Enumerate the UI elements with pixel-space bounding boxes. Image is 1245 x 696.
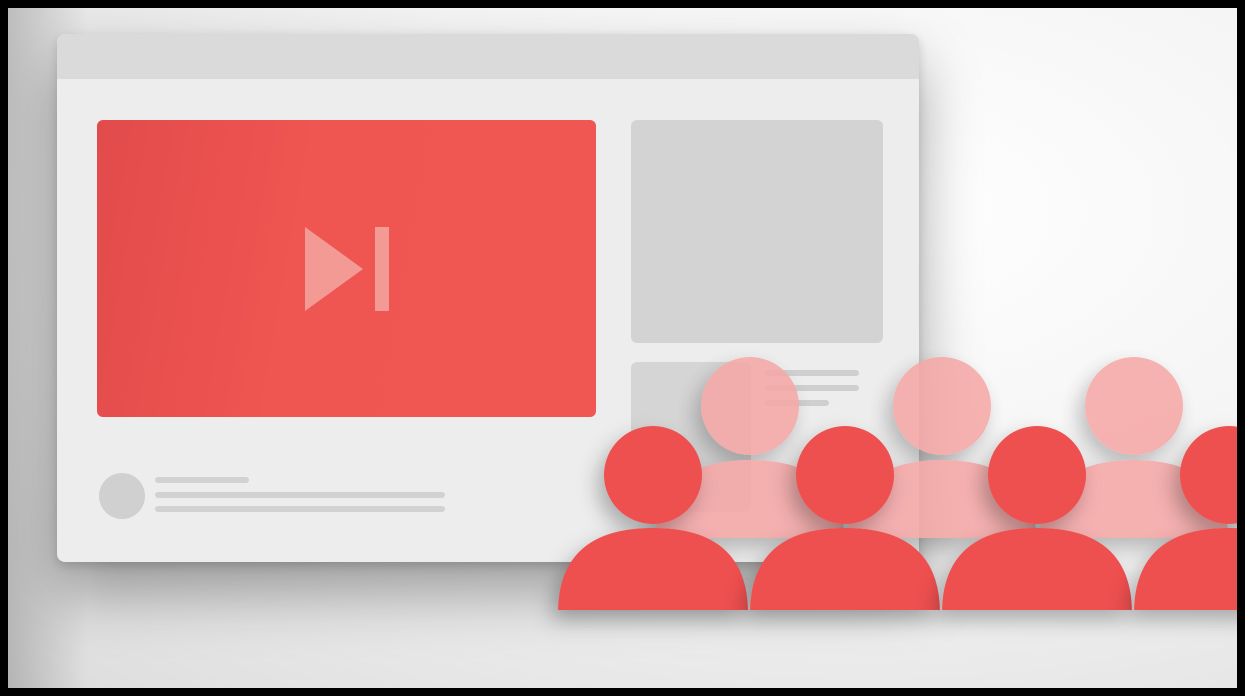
channel-name-line <box>155 477 249 483</box>
person-body <box>942 528 1132 614</box>
channel-avatar[interactable] <box>99 473 145 519</box>
skip-forward-icon[interactable] <box>305 227 395 311</box>
person-head <box>988 426 1086 524</box>
window-titlebar <box>57 34 919 79</box>
video-title-line <box>155 506 445 512</box>
person-icon <box>1039 357 1229 546</box>
person-body <box>1039 460 1229 546</box>
recommended-title-line <box>765 370 859 376</box>
illustration-frame <box>8 8 1237 688</box>
person-icon <box>1134 426 1237 614</box>
video-title-line <box>155 492 445 498</box>
person-head <box>1180 426 1237 524</box>
person-icon <box>942 426 1132 614</box>
recommended-title-line <box>765 385 859 391</box>
video-player[interactable] <box>97 120 596 417</box>
recommended-title-line <box>765 400 829 406</box>
recommended-video-thumbnail[interactable] <box>631 120 883 343</box>
recommended-video-thumbnail-2[interactable] <box>631 362 751 512</box>
person-head <box>1085 357 1183 455</box>
person-body <box>1134 528 1237 614</box>
browser-window <box>57 34 919 562</box>
